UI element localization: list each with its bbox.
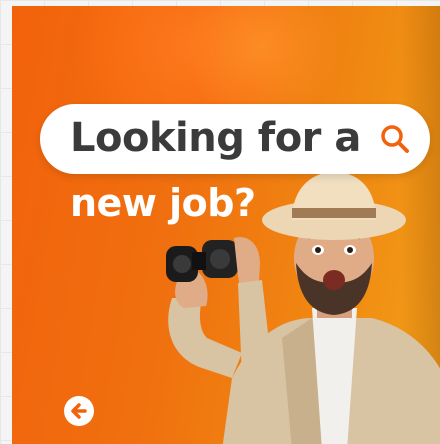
job-ad-banner: Looking for a new job?	[12, 6, 440, 444]
arrow-left-icon	[71, 403, 87, 419]
search-bar: Looking for a	[40, 104, 430, 174]
search-text: Looking for a	[70, 115, 361, 161]
headline-subtext: new job?	[70, 181, 256, 225]
search-icon	[381, 125, 409, 153]
back-button[interactable]	[64, 396, 94, 426]
